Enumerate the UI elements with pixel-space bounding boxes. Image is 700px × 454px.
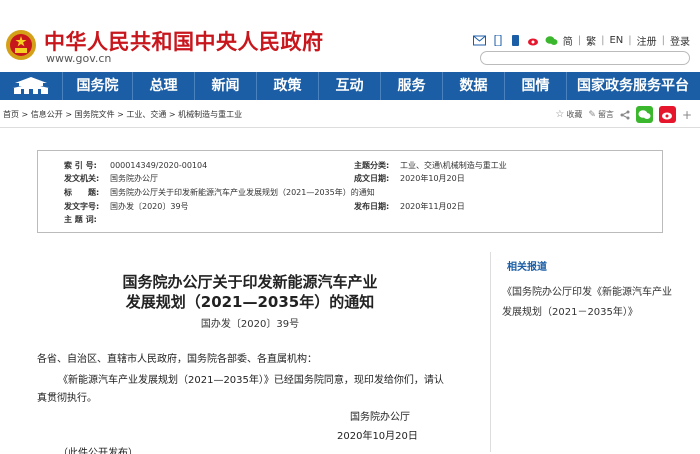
site-url: www.gov.cn [46,52,112,65]
wechat-icon[interactable] [545,35,558,46]
meta-docno: 发文字号: 国办发〔2020〕39号 [64,202,189,211]
separator: | [577,35,582,46]
related-item[interactable]: 《国务院办公厅印发《新能源汽车产业发展规划（2021－2035年）》 [502,283,677,323]
lang-english[interactable]: EN [609,35,623,46]
main-nav: 国务院 总理 新闻 政策 互动 服务 数据 国情 国家政务服务平台 [0,72,700,100]
favorite-label: 收藏 [566,110,583,119]
article-paragraph-line1: 《新能源汽车产业发展规划（2021—2035年）》已经国务院同意，现印发给你们，… [58,375,444,386]
weibo-icon [661,112,672,120]
meta-issuer: 发文机关: 国务院办公厅 [64,174,158,183]
nav-item-services[interactable]: 服务 [380,72,442,100]
share-tools: ☆ 收藏 ✎ 留言 + [555,106,692,123]
share-button[interactable] [620,110,630,120]
share-icon [620,110,630,119]
separator: | [601,35,605,46]
phone-icon[interactable] [509,35,522,46]
weibo-share-button[interactable] [658,106,676,123]
mail-icon[interactable] [472,35,486,46]
tiananmen-icon [13,77,49,94]
star-icon: ☆ [555,109,565,120]
comment-button[interactable]: ✎ 留言 [588,109,614,120]
article-signature: 国务院办公厅 [350,412,410,423]
nav-item-premier[interactable]: 总理 [132,72,194,100]
nav-home-icon-button[interactable] [0,72,62,100]
wechat-icon [638,110,651,119]
meta-date: 成文日期: 2020年10月20日 [354,174,465,183]
wechat-share-button[interactable] [635,106,653,123]
meta-topic: 主题分类: 工业、交通\机械制造与重工业 [354,161,507,170]
nav-item-gov-service-platform[interactable]: 国家政务服务平台 [566,72,689,100]
document-meta-table: 索 引 号: 000014349/2020-00104 主题分类: 工业、交通\机械… [37,150,663,233]
nav-item-policy[interactable]: 政策 [256,72,318,100]
article-note: （此件公开发布） [58,448,138,454]
weibo-icon[interactable] [527,35,540,46]
article-doc-number: 国办发〔2020〕39号 [200,319,300,330]
meta-keywords: 主 题 词: [64,215,97,224]
pencil-icon: ✎ [588,109,596,120]
national-emblem-icon[interactable] [5,29,37,61]
article-title-line1: 国务院办公厅关于印发新能源汽车产业 [122,273,378,291]
article-title-line2: 发展规划（2021—2035年）的通知 [125,293,375,311]
related-title: 相关报道 [507,262,547,273]
divider [0,127,700,128]
breadcrumb-bar: 首页 > 信息公开 > 国务院文件 > 工业、交通 > 机械制造与重工业 ☆ 收… [0,104,700,126]
mobile-icon[interactable] [491,35,504,46]
separator: | [628,35,632,46]
meta-index: 索 引 号: 000014349/2020-00104 [64,161,208,170]
search-input[interactable] [480,51,690,65]
article-sign-date: 2020年10月20日 [337,431,418,442]
favorite-button[interactable]: ☆ 收藏 [555,109,582,120]
comment-label: 留言 [597,110,614,119]
login-link[interactable]: 登录 [670,33,690,48]
top-links: 简 | 繁 | EN | 注册 | 登录 [472,33,690,48]
site-header: 中华人民共和国中央人民政府 www.gov.cn 简 | 繁 | EN | 注册… [0,0,700,72]
related-divider [490,252,491,452]
nav-item-data[interactable]: 数据 [442,72,504,100]
nav-item-state-council[interactable]: 国务院 [62,72,132,100]
breadcrumb[interactable]: 首页 > 信息公开 > 国务院文件 > 工业、交通 > 机械制造与重工业 [3,109,242,120]
register-link[interactable]: 注册 [637,33,657,48]
nav-item-interaction[interactable]: 互动 [318,72,380,100]
article-salutation: 各省、自治区、直辖市人民政府，国务院各部委、各直属机构： [37,354,317,365]
more-share-button[interactable]: + [682,108,692,122]
meta-pubdate: 发布日期: 2020年11月02日 [354,202,465,211]
nav-item-national-info[interactable]: 国情 [504,72,566,100]
separator: | [661,35,665,46]
lang-traditional[interactable]: 繁 [586,33,596,48]
lang-simplified[interactable]: 简 [563,33,573,48]
nav-item-news[interactable]: 新闻 [194,72,256,100]
article-paragraph-line2: 真贯彻执行。 [37,393,97,404]
meta-title: 标 题: 国务院办公厅关于印发新能源汽车产业发展规划（2021—2035年）的通知 [64,188,375,197]
